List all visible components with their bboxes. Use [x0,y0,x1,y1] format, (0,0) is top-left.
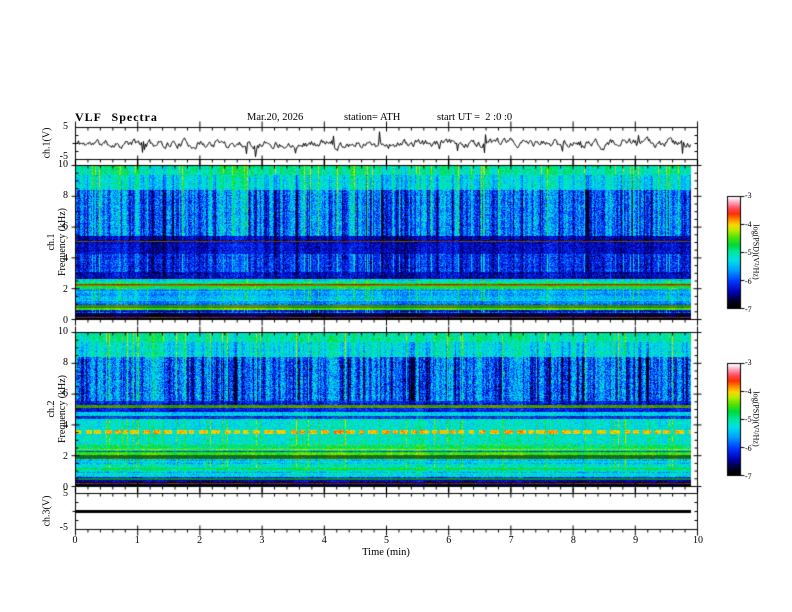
ch1-wave-tick-top: 5 [63,121,68,132]
time-tick-label: 4 [321,535,327,546]
colorbar-tick-label: -3 [745,191,752,200]
ch1-spectrogram-panel [70,158,703,326]
freq-tick-label: 10 [58,326,68,337]
freq-tick-label: 8 [63,190,68,202]
ch1-colorbar-label: log(PSD)(V²/Hz) [751,224,761,280]
ch1-freq-tick-labels: 10 8 6 4 2 0 [44,159,68,326]
ch1-colorbar [726,195,746,311]
time-axis-title: Time (min) [362,547,410,558]
ch2-freq-tick-labels: 10 8 6 4 2 0 [44,326,68,493]
time-tick-label: 10 [692,535,703,546]
freq-tick-label: 0 [63,481,68,493]
vlf-spectra-plot: VLF Spectra Mar.20, 2026 station= ATH st… [0,0,792,612]
ch2-colorbar [726,362,746,478]
time-tick-labels: 0 1 2 3 4 5 6 7 8 9 10 [64,535,709,546]
time-tick-label: 2 [197,535,203,546]
time-tick-label: 1 [134,535,140,546]
freq-tick-label: 2 [63,283,68,295]
time-tick-label: 9 [633,535,639,546]
time-tick-label: 3 [259,535,265,546]
freq-tick-label: 6 [63,388,68,400]
ch3-waveform-panel [70,486,703,536]
freq-tick-label: 0 [63,314,68,326]
ch2-colorbar-label: log(PSD)(V²/Hz) [751,391,761,447]
freq-tick-label: 8 [63,357,68,369]
time-tick-label: 5 [383,535,389,546]
freq-tick-label: 2 [63,450,68,462]
time-tick-label: 0 [72,535,78,546]
colorbar-tick-label: -3 [745,358,752,367]
colorbar-tick-label: -7 [745,472,752,481]
freq-tick-label: 4 [63,252,68,264]
freq-tick-label: 4 [63,419,68,431]
time-tick-label: 7 [508,535,514,546]
freq-tick-label: 6 [63,221,68,233]
time-tick-label: 6 [446,535,452,546]
ch2-spectrogram-panel [70,325,703,493]
freq-tick-label: 10 [58,159,68,170]
time-tick-label: 8 [570,535,576,546]
colorbar-tick-label: -7 [745,305,752,314]
ch3-wave-tick-bottom: -5 [59,522,68,533]
